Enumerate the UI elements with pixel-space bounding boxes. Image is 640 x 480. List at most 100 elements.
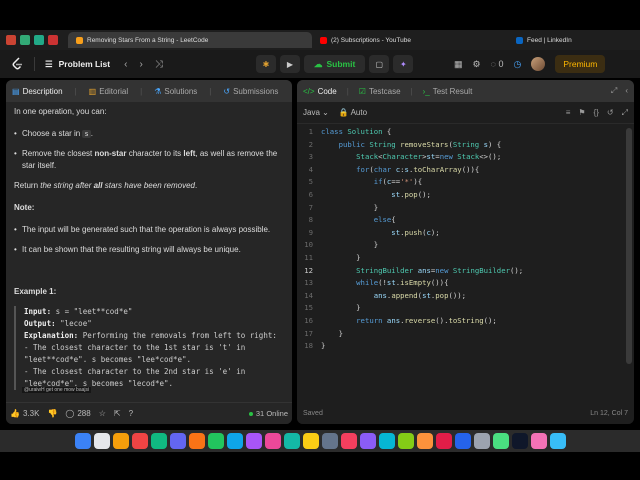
dock-app-icon[interactable] [188, 433, 205, 449]
editor-scrollbar[interactable] [626, 128, 632, 364]
language-select[interactable]: Java ⌄ [303, 108, 329, 117]
code-line[interactable]: 4 for(char c:s.toCharArray()){ [297, 164, 634, 177]
browser-tab-leetcode[interactable]: Removing Stars From a String - LeetCode [68, 32, 312, 48]
code-line[interactable]: 2 public String removeStars(String s) { [297, 139, 634, 152]
problem-list-button[interactable]: ☰ Problem List [45, 59, 110, 70]
chevron-left-icon[interactable]: ‹ [124, 59, 127, 70]
code-line[interactable]: 11 } [297, 252, 634, 265]
code-line[interactable]: 8 else{ [297, 214, 634, 227]
dock-app-icon[interactable] [302, 433, 319, 449]
dock-app-icon[interactable] [530, 433, 547, 449]
code-line[interactable]: 15 } [297, 302, 634, 315]
submit-button[interactable]: ☁ Submit [304, 55, 366, 73]
code-line[interactable]: 9 st.push(c); [297, 227, 634, 240]
pinned-tab-icon[interactable] [34, 35, 44, 45]
tab-solutions[interactable]: ⚗ Solutions [154, 87, 197, 96]
reset-icon[interactable]: ↺ [607, 108, 614, 118]
mode-toggle[interactable]: 🔒 Auto [339, 108, 367, 117]
maximize-icon[interactable]: ⤢ [611, 86, 617, 96]
tab-code[interactable]: </> Code [303, 87, 337, 96]
dock-app-icon[interactable] [473, 433, 490, 449]
help-button[interactable]: ? [129, 409, 133, 418]
dock-app-icon[interactable] [74, 433, 91, 449]
code-text: else{ [373, 215, 396, 225]
code-line[interactable]: 13 while(!st.isEmpty()){ [297, 277, 634, 290]
dock-app-icon[interactable] [283, 433, 300, 449]
code-line[interactable]: 6 st.pop(); [297, 189, 634, 202]
code-line[interactable]: 10 } [297, 239, 634, 252]
format-icon[interactable]: ≡ [566, 108, 571, 118]
gear-icon[interactable]: ⚙ [473, 59, 481, 70]
braces-icon[interactable]: {} [594, 108, 599, 118]
pinned-tab-icon[interactable] [48, 35, 58, 45]
dock-app-icon[interactable] [207, 433, 224, 449]
dock-app-icon[interactable] [226, 433, 243, 449]
dock-app-icon[interactable] [378, 433, 395, 449]
favorite-button[interactable]: ☆ [99, 409, 106, 418]
run-button[interactable]: ▶ [280, 55, 300, 73]
dock-app-icon[interactable] [416, 433, 433, 449]
code-line[interactable]: 18} [297, 340, 634, 353]
example-explanation-line: Performing the removals from left to rig… [82, 331, 277, 340]
code-text: StringBuilder ans=new StringBuilder(); [356, 265, 524, 275]
chevron-right-icon[interactable]: › [139, 59, 142, 70]
code-line[interactable]: 1 class Solution { [297, 126, 634, 139]
collapse-icon[interactable]: ‹ [625, 86, 628, 96]
dock-app-icon[interactable] [511, 433, 528, 449]
dock-app-icon[interactable] [131, 433, 148, 449]
layout-grid-icon[interactable]: ▦ [454, 59, 463, 70]
code-line[interactable]: 14 ans.append(st.pop()); [297, 290, 634, 303]
code-line[interactable]: 7 } [297, 202, 634, 215]
share-button[interactable]: ⇱ [114, 409, 121, 418]
notes-button[interactable]: ▢ [369, 55, 390, 73]
dock-app-icon[interactable] [549, 433, 566, 449]
browser-tab-youtube[interactable]: (2) Subscriptions - YouTube [312, 32, 508, 48]
dock-app-icon[interactable] [454, 433, 471, 449]
pinned-tab-icon[interactable] [20, 35, 30, 45]
bookmark-icon[interactable]: ⚑ [578, 108, 585, 118]
op-text: . [90, 129, 93, 138]
tab-test-result[interactable]: ›_ Test Result [423, 87, 473, 96]
dock-app-icon[interactable] [359, 433, 376, 449]
code-line[interactable]: 16 return ans.reverse().toString(); [297, 315, 634, 328]
dock-app-icon[interactable] [435, 433, 452, 449]
code-line[interactable]: 3 Stack<Character>st=new Stack<>(); [297, 151, 634, 164]
tab-submissions[interactable]: ↺ Submissions [223, 87, 278, 96]
dock-app-icon[interactable] [150, 433, 167, 449]
ai-button[interactable]: ✦ [393, 55, 414, 73]
debug-button[interactable]: ✱ [256, 55, 276, 73]
line-number: 12 [304, 265, 313, 275]
code-line[interactable]: 17 } [297, 328, 634, 341]
dock-app-icon[interactable] [93, 433, 110, 449]
pinned-tab-icon[interactable] [6, 35, 16, 45]
dock-app-icon[interactable] [321, 433, 338, 449]
code-text: } [321, 328, 343, 338]
premium-button[interactable]: Premium [555, 55, 606, 73]
comments-button[interactable]: ◯ 288 [65, 409, 90, 418]
fullscreen-icon[interactable]: ⤢ [622, 108, 628, 118]
tab-description[interactable]: ▤ Description [12, 87, 63, 96]
browser-tab-linkedin[interactable]: Feed | LinkedIn [508, 32, 618, 48]
leetcode-favicon-icon [76, 36, 83, 44]
code-line[interactable]: 5 if(c=='*'){ [297, 176, 634, 189]
notifications-button[interactable]: ◌ 0 [491, 59, 504, 69]
code-line[interactable]: 12 StringBuilder ans=new StringBuilder()… [297, 265, 634, 278]
tab-editorial[interactable]: ▥ Editorial [89, 87, 128, 96]
shuffle-icon[interactable]: ⤨ [155, 59, 163, 70]
submit-label: Submit [326, 59, 356, 69]
leetcode-logo-icon[interactable] [10, 57, 24, 71]
code-editor[interactable]: 1 class Solution {2 public String removeS… [297, 126, 634, 402]
example-explanation-label: Explanation: [24, 331, 79, 340]
dock-app-icon[interactable] [397, 433, 414, 449]
tab-testcase[interactable]: ☑ Testcase [359, 87, 401, 96]
dock-app-icon[interactable] [264, 433, 281, 449]
avatar[interactable] [531, 57, 546, 71]
timer-icon[interactable]: ◷ [513, 59, 521, 70]
dock-app-icon[interactable] [169, 433, 186, 449]
like-button[interactable]: 👍 3.3K [10, 409, 39, 418]
dislike-button[interactable]: 👎 [47, 409, 57, 418]
dock-app-icon[interactable] [340, 433, 357, 449]
dock-app-icon[interactable] [245, 433, 262, 449]
dock-app-icon[interactable] [492, 433, 509, 449]
dock-app-icon[interactable] [112, 433, 129, 449]
